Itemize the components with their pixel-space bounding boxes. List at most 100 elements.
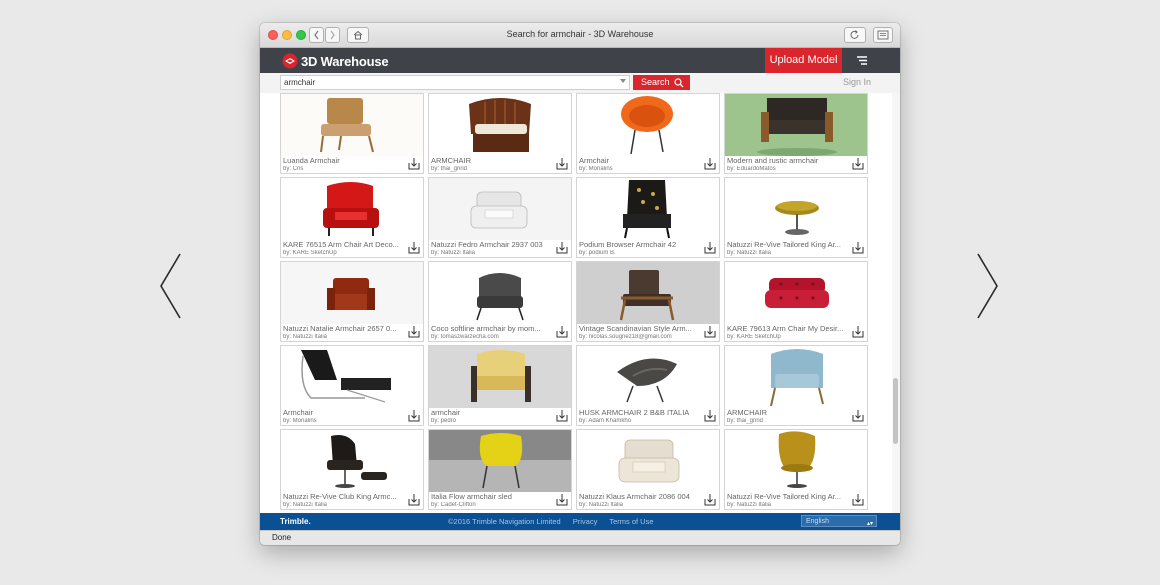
- site-header: 3D Warehouse Upload Model: [260, 48, 900, 73]
- download-icon[interactable]: [852, 409, 864, 422]
- model-card[interactable]: Natuzzi Natalie Armchair 2657 0... by: N…: [280, 261, 424, 342]
- model-card[interactable]: Natuzzi Klaus Armchair 2086 004 by: Natu…: [576, 429, 720, 510]
- download-icon[interactable]: [408, 325, 420, 338]
- model-title[interactable]: Natuzzi Natalie Armchair 2657 0...: [283, 324, 403, 333]
- language-select[interactable]: English ▴▾: [801, 515, 877, 527]
- download-icon[interactable]: [408, 409, 420, 422]
- model-title[interactable]: Vintage Scandinavian Style Arm...: [579, 324, 699, 333]
- model-card[interactable]: ARMCHAIR by: thai_grind: [724, 345, 868, 426]
- download-icon[interactable]: [556, 241, 568, 254]
- download-icon[interactable]: [704, 241, 716, 254]
- model-title[interactable]: KARE 79613 Arm Chair My Desir...: [727, 324, 847, 333]
- scrollbar-thumb[interactable]: [893, 378, 898, 444]
- model-title[interactable]: ARMCHAIR: [431, 156, 551, 165]
- menu-button[interactable]: [854, 53, 870, 73]
- download-icon[interactable]: [408, 241, 420, 254]
- download-icon[interactable]: [556, 409, 568, 422]
- model-card[interactable]: HUSK ARMCHAIR 2 B&B ITALIA by: Adam Kham…: [576, 345, 720, 426]
- model-author[interactable]: by: KARE SketchUp: [727, 334, 847, 340]
- model-title[interactable]: Natuzzi Klaus Armchair 2086 004: [579, 492, 699, 501]
- model-title[interactable]: Natuzzi Re-Vive Club King Armc...: [283, 492, 403, 501]
- model-author[interactable]: by: Adam Khamkho: [579, 418, 699, 424]
- model-title[interactable]: Natuzzi Fedro Armchair 2937 003: [431, 240, 551, 249]
- model-author[interactable]: by: Cadet-Clifton: [431, 502, 551, 508]
- next-arrow[interactable]: [976, 252, 1000, 320]
- model-author[interactable]: by: Natuzzi Italia: [283, 334, 403, 340]
- download-icon[interactable]: [852, 325, 864, 338]
- download-icon[interactable]: [704, 493, 716, 506]
- model-title[interactable]: Natuzzi Re-Vive Tailored King Ar...: [727, 240, 847, 249]
- model-author[interactable]: by: nicolas.sougnez18@gmail.com: [579, 334, 699, 340]
- model-author[interactable]: by: Natuzzi Italia: [283, 502, 403, 508]
- model-title[interactable]: ARMCHAIR: [727, 408, 847, 417]
- model-title[interactable]: KARE 76515 Arm Chair Art Deco...: [283, 240, 403, 249]
- sign-in-link[interactable]: Sign In: [843, 77, 871, 87]
- model-author[interactable]: by: Natuzzi Italia: [727, 250, 847, 256]
- model-title[interactable]: Armchair: [579, 156, 699, 165]
- model-author[interactable]: by: podium B.: [579, 250, 699, 256]
- model-title[interactable]: Coco softline armchair by mom...: [431, 324, 551, 333]
- model-card[interactable]: Armchair by: Monalins: [280, 345, 424, 426]
- model-card[interactable]: KARE 79613 Arm Chair My Desir... by: KAR…: [724, 261, 868, 342]
- privacy-link[interactable]: Privacy: [573, 517, 598, 526]
- scrollbar[interactable]: [892, 93, 900, 513]
- model-title[interactable]: HUSK ARMCHAIR 2 B&B ITALIA: [579, 408, 699, 417]
- download-icon[interactable]: [852, 157, 864, 170]
- model-card[interactable]: Natuzzi Re-Vive Tailored King Ar... by: …: [724, 177, 868, 258]
- model-author[interactable]: by: thai_grind: [431, 166, 551, 172]
- model-card[interactable]: Armchair by: Monalins: [576, 93, 720, 174]
- search-button[interactable]: Search: [633, 75, 690, 90]
- model-author[interactable]: by: Monalins: [283, 418, 403, 424]
- download-icon[interactable]: [852, 493, 864, 506]
- model-author[interactable]: by: tomaszwarzecha.com: [431, 334, 551, 340]
- model-card[interactable]: ARMCHAIR by: thai_grind: [428, 93, 572, 174]
- model-card[interactable]: Coco softline armchair by mom... by: tom…: [428, 261, 572, 342]
- model-author[interactable]: by: Monalins: [579, 166, 699, 172]
- download-icon[interactable]: [852, 241, 864, 254]
- model-title[interactable]: Armchair: [283, 408, 403, 417]
- model-card[interactable]: KARE 76515 Arm Chair Art Deco... by: KAR…: [280, 177, 424, 258]
- model-author[interactable]: by: Natuzzi Italia: [431, 250, 551, 256]
- model-card[interactable]: Podium Browser Armchair 42 by: podium B.: [576, 177, 720, 258]
- model-author[interactable]: by: Natuzzi Italia: [579, 502, 699, 508]
- model-card[interactable]: Luanda Armchair by: Cris: [280, 93, 424, 174]
- model-thumbnail: [429, 346, 571, 408]
- model-card[interactable]: Vintage Scandinavian Style Arm... by: ni…: [576, 261, 720, 342]
- model-title[interactable]: Natuzzi Re-Vive Tailored King Ar...: [727, 492, 847, 501]
- reload-button[interactable]: [844, 27, 866, 43]
- download-icon[interactable]: [704, 157, 716, 170]
- model-title[interactable]: Italia Flow armchair sled: [431, 492, 551, 501]
- model-author[interactable]: by: KARE SketchUp: [283, 250, 403, 256]
- model-title[interactable]: armchair: [431, 408, 551, 417]
- download-icon[interactable]: [704, 409, 716, 422]
- model-card[interactable]: Modern and rustic armchair by: EduardoMa…: [724, 93, 868, 174]
- download-icon[interactable]: [704, 325, 716, 338]
- model-author[interactable]: by: pedro: [431, 418, 551, 424]
- upload-model-button[interactable]: Upload Model: [765, 48, 842, 73]
- terms-link[interactable]: Terms of Use: [609, 517, 653, 526]
- model-author[interactable]: by: thai_grind: [727, 418, 847, 424]
- trimble-logo[interactable]: Trimble.: [280, 517, 311, 526]
- model-card[interactable]: Natuzzi Re-Vive Club King Armc... by: Na…: [280, 429, 424, 510]
- model-title[interactable]: Luanda Armchair: [283, 156, 403, 165]
- model-author[interactable]: by: Cris: [283, 166, 403, 172]
- model-author[interactable]: by: EduardoMatos: [727, 166, 847, 172]
- download-icon[interactable]: [556, 493, 568, 506]
- model-title[interactable]: Podium Browser Armchair 42: [579, 240, 699, 249]
- model-card[interactable]: armchair by: pedro: [428, 345, 572, 426]
- model-card[interactable]: Italia Flow armchair sled by: Cadet-Clif…: [428, 429, 572, 510]
- logo[interactable]: 3D Warehouse: [282, 53, 389, 69]
- model-author[interactable]: by: Natuzzi Italia: [727, 502, 847, 508]
- model-thumbnail: [281, 178, 423, 240]
- chevron-down-icon[interactable]: [620, 79, 626, 83]
- download-icon[interactable]: [556, 157, 568, 170]
- model-card[interactable]: Natuzzi Re-Vive Tailored King Ar... by: …: [724, 429, 868, 510]
- search-input[interactable]: [280, 75, 630, 90]
- download-icon[interactable]: [408, 493, 420, 506]
- download-icon[interactable]: [408, 157, 420, 170]
- download-icon[interactable]: [556, 325, 568, 338]
- model-card[interactable]: Natuzzi Fedro Armchair 2937 003 by: Natu…: [428, 177, 572, 258]
- reader-button[interactable]: [873, 27, 893, 43]
- previous-arrow[interactable]: [158, 252, 182, 320]
- model-title[interactable]: Modern and rustic armchair: [727, 156, 847, 165]
